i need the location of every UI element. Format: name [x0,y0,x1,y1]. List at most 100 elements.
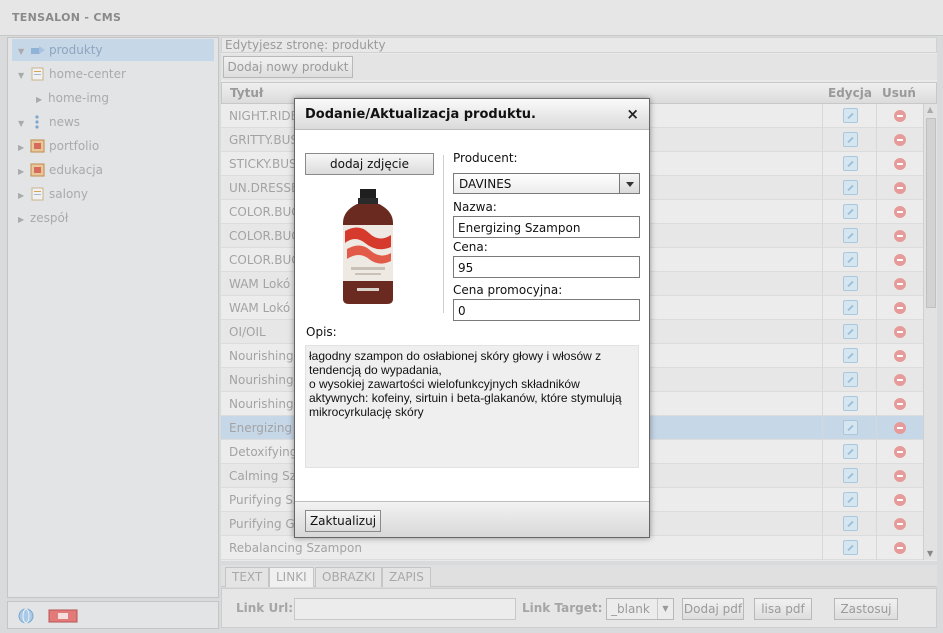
row-delete-cell [876,440,923,464]
delete-icon[interactable] [894,206,906,218]
delete-icon[interactable] [894,542,906,554]
apply-button[interactable]: Zastosuj [834,598,898,620]
delete-icon[interactable] [894,278,906,290]
tree-item-home-img[interactable]: ▶ home-img [36,87,109,109]
row-delete-cell [876,104,923,128]
table-row[interactable]: Rebalancing Szampon [221,536,923,560]
tree-item-zespol[interactable]: ▶ zespół [18,207,68,229]
scroll-thumb[interactable] [926,118,936,308]
tab-zapis[interactable]: ZAPIS [382,567,431,587]
link-url-input[interactable] [294,598,516,620]
edit-icon[interactable] [843,252,858,267]
link-target-select[interactable]: _blank ▼ [606,598,674,620]
add-photo-button[interactable]: dodaj zdjęcie [305,153,434,175]
tree-item-salony[interactable]: ▶ salony [18,183,88,205]
edit-icon[interactable] [843,444,858,459]
delete-icon[interactable] [894,326,906,338]
edit-icon[interactable] [843,108,858,123]
add-pdf-button[interactable]: Dodaj pdf [682,598,744,620]
tab-text[interactable]: TEXT [225,567,270,587]
chevron-down-icon[interactable]: ▼ [657,599,673,619]
collapsed-arrow-icon[interactable]: ▶ [18,137,30,159]
edit-icon[interactable] [843,132,858,147]
delete-icon[interactable] [894,158,906,170]
chevron-down-icon[interactable] [619,174,639,193]
price-field[interactable]: 95 [453,256,640,278]
row-edit-cell [822,464,876,488]
delete-icon[interactable] [894,302,906,314]
delete-icon[interactable] [894,110,906,122]
row-title: Purifying Ge [229,517,303,531]
delete-icon[interactable] [894,374,906,386]
row-delete-cell [876,512,923,536]
edit-icon[interactable] [843,396,858,411]
row-edit-cell [822,440,876,464]
edit-icon[interactable] [843,276,858,291]
dialog-title: Dodanie/Aktualizacja produktu. [305,107,536,122]
edit-icon[interactable] [843,324,858,339]
producer-select[interactable]: DAVINES [453,173,640,194]
row-title: WAM Lokó [229,277,291,291]
scroll-down-icon[interactable]: ▼ [927,549,933,558]
collapsed-arrow-icon[interactable]: ▶ [18,209,30,231]
delete-icon[interactable] [894,470,906,482]
row-title: UN.DRESSE [229,181,299,195]
name-field[interactable]: Energizing Szampon [453,216,640,238]
link-target-label: Link Target: [522,601,603,615]
tree-item-edukacja[interactable]: ▶ edukacja [18,159,103,181]
column-title[interactable]: Tytuł [230,86,263,100]
app-title: TENSALON - CMS [12,11,122,24]
row-edit-cell [822,344,876,368]
delete-icon[interactable] [894,446,906,458]
tab-linki[interactable]: LINKI [269,567,314,587]
promo-price-field[interactable]: 0 [453,299,640,321]
delete-icon[interactable] [894,230,906,242]
flag-icon[interactable] [48,608,78,624]
delete-icon[interactable] [894,350,906,362]
add-product-button[interactable]: Dodaj nowy produkt [223,56,353,78]
edit-icon[interactable] [843,372,858,387]
delete-icon[interactable] [894,518,906,530]
edit-icon[interactable] [843,204,858,219]
delete-icon[interactable] [894,134,906,146]
scroll-up-icon[interactable]: ▲ [927,105,933,114]
expand-arrow-icon[interactable]: ▼ [18,65,30,87]
edit-icon[interactable] [843,420,858,435]
edit-icon[interactable] [843,228,858,243]
expand-arrow-icon[interactable]: ▼ [18,41,30,63]
edit-icon[interactable] [843,516,858,531]
edit-icon[interactable] [843,300,858,315]
edit-icon[interactable] [843,348,858,363]
update-button[interactable]: Zaktualizuj [305,510,381,532]
row-edit-cell [822,176,876,200]
edit-icon[interactable] [843,156,858,171]
delete-icon[interactable] [894,182,906,194]
globe-icon[interactable] [18,608,34,624]
close-icon[interactable]: × [626,105,639,123]
row-delete-cell [876,416,923,440]
description-textarea[interactable]: łagodny szampon do osłabionej skóry głow… [305,345,639,468]
tree-item-news[interactable]: ▼ news [18,111,80,133]
edit-icon[interactable] [843,180,858,195]
tree-item-portfolio[interactable]: ▶ portfolio [18,135,99,157]
tab-obrazki[interactable]: OBRAZKI [315,567,383,587]
row-delete-cell [876,368,923,392]
column-edit[interactable]: Edycja [828,86,872,100]
delete-icon[interactable] [894,494,906,506]
tree-item-home-center[interactable]: ▼ home-center [18,63,126,85]
tree-item-produkty[interactable]: ▼ produkty [12,39,214,61]
pdf-list-button[interactable]: lisa pdf [754,598,812,620]
collapsed-arrow-icon[interactable]: ▶ [36,89,48,111]
edit-icon[interactable] [843,468,858,483]
edit-icon[interactable] [843,540,858,555]
delete-icon[interactable] [894,254,906,266]
expand-arrow-icon[interactable]: ▼ [18,113,30,135]
sidebar-tree: ▼ produkty ▼ home-center ▶ home-img ▼ news ▶… [7,37,219,598]
grid-scrollbar[interactable]: ▲ ▼ [923,104,937,560]
delete-icon[interactable] [894,398,906,410]
delete-icon[interactable] [894,422,906,434]
column-delete[interactable]: Usuń [882,86,916,100]
collapsed-arrow-icon[interactable]: ▶ [18,185,30,207]
collapsed-arrow-icon[interactable]: ▶ [18,161,30,183]
edit-icon[interactable] [843,492,858,507]
